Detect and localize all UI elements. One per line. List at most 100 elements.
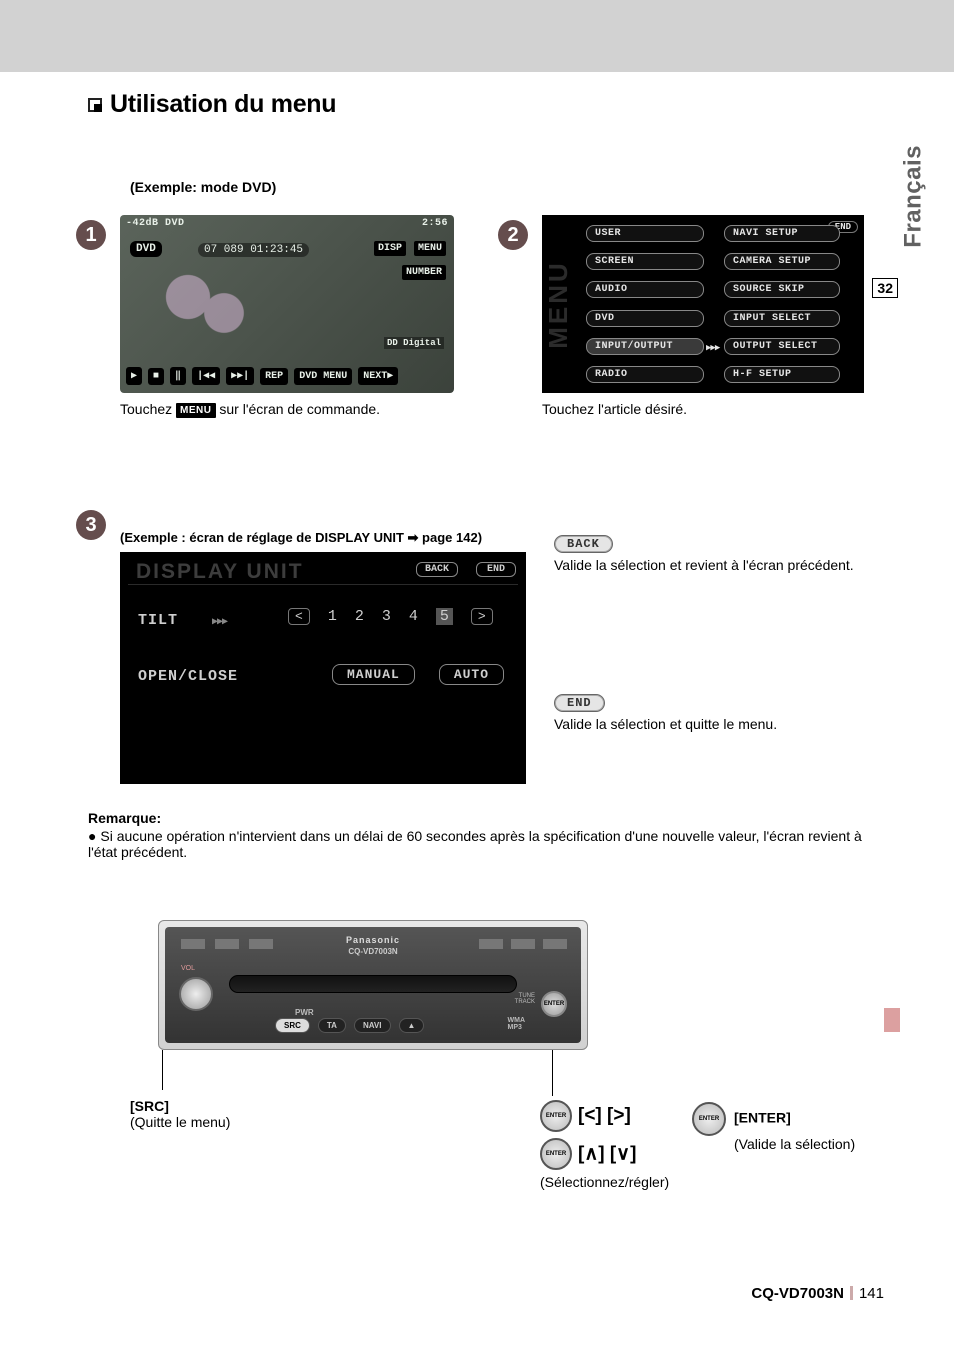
status-left: -42dB DVD [126,218,185,229]
step-badge-1: 1 [76,220,106,250]
dvd-menu-button[interactable]: DVD MENU [294,368,352,385]
remark-block: Remarque: Si aucune opération n'intervie… [88,810,864,860]
logo-icon [511,939,535,949]
language-tab: Français [900,145,928,248]
example-label: (Exemple: mode DVD) [130,179,864,195]
eject-button[interactable]: ▲ [399,1018,425,1033]
logo-icon [181,939,205,949]
submenu-arrow-icon: ▶▶▶ [706,343,719,353]
tilt-2[interactable]: 2 [355,608,364,625]
front-panel-illustration: Panasonic CQ-VD7003N VOL PWR SRC TA NAVI… [158,920,588,1050]
knob-icon [540,1138,572,1170]
playback-counter: 07 089 01:23:45 [198,243,309,257]
dolby-badge: DD Digital [384,337,444,349]
dvd-badge: DVD [130,241,162,257]
auto-button[interactable]: AUTO [439,664,504,685]
leader-line [552,1050,553,1096]
tilt-value-row: < 1 2 3 4 5 > [288,608,493,625]
remark-heading: Remarque: [88,810,864,826]
remark-item: Si aucune opération n'intervient dans un… [88,828,864,860]
screenshot-display-unit: (Exemple : écran de réglage de DISPLAY U… [120,530,526,784]
screenshot-dvd-mode: -42dB DVD 2:56 DVD 07 089 01:23:45 DISP … [120,215,454,418]
menu-item-radio[interactable]: RADIO [586,366,704,383]
manual-button[interactable]: MANUAL [332,664,415,685]
step3-top-caption: (Exemple : écran de réglage de DISPLAY U… [120,530,526,546]
disc-slot [229,975,517,993]
next-button[interactable]: NEXT▶ [358,367,398,385]
src-callout: [SRC] (Quitte le menu) [130,1098,230,1130]
menu-item-navi-setup[interactable]: NAVI SETUP [724,225,840,242]
end-description: Valide la sélection et quitte le menu. [554,716,864,732]
logo-icon [479,939,503,949]
menu-item-input-select[interactable]: INPUT SELECT [724,310,840,327]
menu-item-source-skip[interactable]: SOURCE SKIP [724,281,840,298]
tune-track-label: TUNETRACK [515,993,535,1005]
page-footer: CQ-VD7003N141 [751,1285,884,1302]
end-pill-icon: END [554,694,605,712]
ta-button[interactable]: TA [318,1018,346,1033]
step1-caption: Touchez MENU sur l'écran de commande. [120,401,454,418]
end-button[interactable]: END [476,562,516,577]
knob-icon [540,1100,572,1132]
open-close-label: OPEN/CLOSE [138,668,238,685]
vol-label: VOL [181,965,195,972]
play-button[interactable]: ▶ [126,367,142,385]
step2-caption: Touchez l'article désiré. [542,401,864,417]
brand-label: Panasonic [346,935,400,945]
menu-item-audio[interactable]: AUDIO [586,281,704,298]
enter-callout: [ENTER] (Valide la sélection) [692,1102,882,1152]
transport-bar: ▶ ■ ‖ |◀◀ ▶▶| REP DVD MENU NEXT▶ [126,367,448,385]
number-button[interactable]: NUMBER [402,265,446,280]
menu-item-camera-setup[interactable]: CAMERA SETUP [724,253,840,270]
step-badge-2: 2 [498,220,528,250]
back-pill-icon: BACK [554,535,613,553]
prev-button[interactable]: |◀◀ [192,367,220,385]
enter-knob[interactable]: ENTER [541,991,567,1017]
menu-button[interactable]: MENU [414,241,446,256]
tilt-1[interactable]: 1 [328,608,337,625]
back-end-descriptions: BACK Valide la sélection et revient à l'… [554,534,864,732]
menu-side-label: MENU [544,223,572,385]
logo-icon [543,939,567,949]
tilt-label: TILT [138,612,178,629]
menu-item-input-output[interactable]: INPUT/OUTPUT [586,338,704,355]
back-description: Valide la sélection et revient à l'écran… [554,557,864,573]
model-label: CQ-VD7003N [348,947,397,956]
pause-button[interactable]: ‖ [170,367,186,385]
wma-mp3-label: WMAMP3 [508,1017,526,1031]
side-color-tab [884,1008,900,1032]
tilt-4[interactable]: 4 [409,608,418,625]
status-time: 2:56 [422,218,448,229]
section-title: Utilisation du menu [88,90,864,119]
tilt-3[interactable]: 3 [382,608,391,625]
volume-knob[interactable] [179,977,213,1011]
bullet-icon [88,98,102,112]
page-gray-header [0,0,954,72]
logo-icon [249,939,273,949]
tilt-increase[interactable]: > [471,608,493,625]
menu-item-hf-setup[interactable]: H-F SETUP [724,366,840,383]
pwr-label: PWR [295,1008,314,1017]
step-badge-3: 3 [76,510,106,540]
knob-icon [692,1102,726,1136]
menu-inline-icon: MENU [176,403,215,418]
stop-button[interactable]: ■ [148,368,164,385]
rep-button[interactable]: REP [260,368,288,385]
navi-button[interactable]: NAVI [354,1018,391,1033]
logo-icon [215,939,239,949]
leader-line [162,1050,163,1090]
menu-item-user[interactable]: USER [586,225,704,242]
menu-item-dvd[interactable]: DVD [586,310,704,327]
side-page-ref: 32 [872,278,898,298]
menu-item-output-select[interactable]: OUTPUT SELECT [724,338,840,355]
tilt-5-selected[interactable]: 5 [436,608,453,625]
display-unit-title: DISPLAY UNIT [136,560,304,584]
tilt-arrow-icon: ▶▶▶ [212,616,227,628]
tilt-decrease[interactable]: < [288,608,310,625]
menu-item-screen[interactable]: SCREEN [586,253,704,270]
disp-button[interactable]: DISP [374,241,406,256]
next-track-button[interactable]: ▶▶| [226,367,254,385]
screenshot-menu-list: END MENU USER SCREEN AUDIO DVD INPUT/OUT… [542,215,864,417]
back-button[interactable]: BACK [416,562,458,577]
src-button[interactable]: SRC [275,1018,310,1033]
